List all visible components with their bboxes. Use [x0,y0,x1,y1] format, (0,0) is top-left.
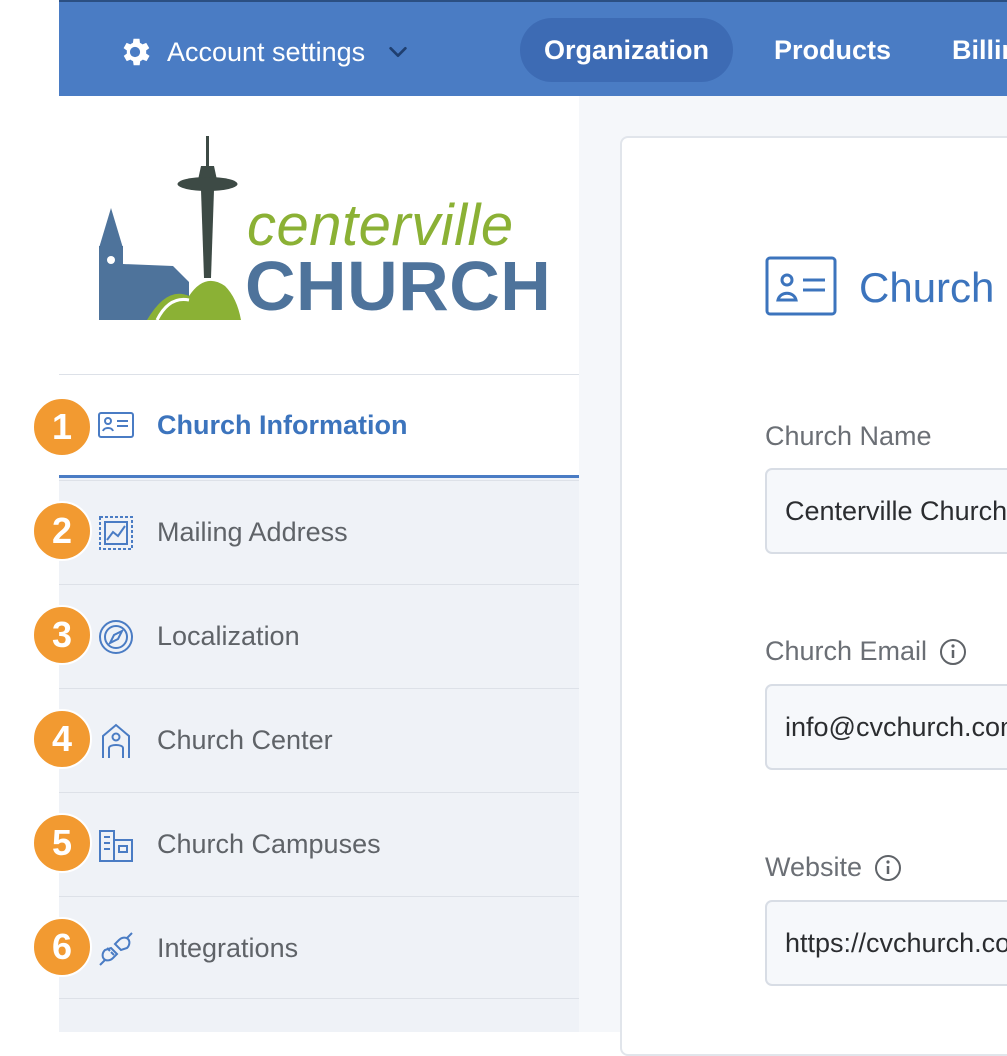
tab-organization[interactable]: Organization [520,18,734,82]
callout-badge-5: 5 [32,813,92,873]
sidebar-item-label: Church Campuses [157,829,381,859]
id-card-icon [765,256,837,316]
church-center-icon [102,723,130,758]
church-skyline-logo-graphic [99,136,241,321]
website-input[interactable]: https://cvchurch.com [765,900,1007,986]
sidebar-item-integrations[interactable]: Integrations [59,896,579,1000]
callout-badge-6: 6 [32,917,92,977]
sidebar-item-label: Mailing Address [157,517,348,547]
field-label-text: Website [765,852,863,882]
sidebar-item-label: Church Center [157,725,333,755]
callout-badge-4: 4 [32,709,92,769]
info-icon[interactable] [874,854,902,882]
main-content [579,96,1007,1056]
id-card-icon [98,412,134,438]
callout-badge-2: 2 [32,501,92,561]
page-title: Church Information [859,264,1007,311]
sidebar-item-label: Integrations [157,933,299,963]
account-settings-label: Account settings [167,36,366,67]
top-navigation-bar: Account settings Organization Products B… [59,0,1007,96]
chevron-down-icon [389,46,407,58]
sidebar-item-church-center[interactable]: Church Center [59,688,579,792]
sidebar-item-label: Localization [157,621,300,651]
sidebar-divider [59,998,579,999]
stamp-icon [99,515,133,550]
sidebar-item-church-campuses[interactable]: Church Campuses [59,792,579,896]
logo-text-church: CHURCH [245,247,552,325]
sidebar-item-mailing-address[interactable]: Mailing Address [59,480,579,584]
church-email-label: Church Email [765,636,967,667]
callout-badge-3: 3 [32,605,92,665]
sidebar-item-label: Church Information [157,409,408,440]
settings-sidebar: centerville CHURCH Church Information Ma… [59,96,579,1032]
church-name-label: Church Name [765,421,932,452]
field-label-text: Church Email [765,636,928,666]
church-name-input[interactable]: Centerville Church [765,468,1007,554]
field-label-text: Church Name [765,421,932,451]
campus-buildings-icon [99,829,133,862]
tab-products[interactable]: Products [774,18,891,82]
gear-icon [123,38,150,66]
callout-badge-1: 1 [32,397,92,457]
church-email-input[interactable]: info@cvchurch.com [765,684,1007,770]
church-logo: centerville CHURCH [59,96,579,374]
sidebar-item-church-information[interactable]: Church Information [59,374,579,478]
account-settings-menu[interactable]: Account settings [117,34,409,70]
tab-billing[interactable]: Billing [952,18,1007,82]
sidebar-item-localization[interactable]: Localization [59,584,579,688]
info-icon[interactable] [939,638,967,666]
compass-icon [99,619,133,654]
plug-icon [99,931,133,966]
website-label: Website [765,852,902,883]
